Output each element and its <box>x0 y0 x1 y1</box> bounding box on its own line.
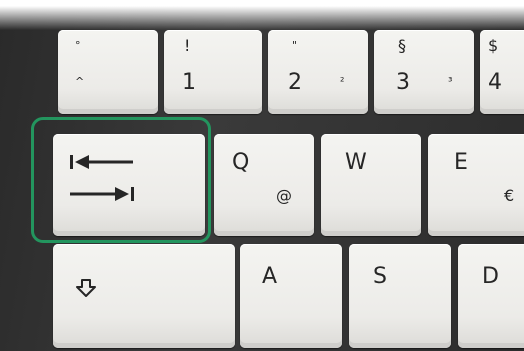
key-3-alt: ³ <box>448 75 453 88</box>
key-4-top: $ <box>488 36 499 55</box>
key-4: $ 4 <box>480 30 524 114</box>
key-2-top: " <box>292 39 298 52</box>
key-q: Q @ <box>214 134 314 236</box>
key-q-alt: @ <box>276 186 292 205</box>
key-caps-lock <box>53 244 235 348</box>
key-a-main: A <box>262 264 278 289</box>
key-3: § 3 ³ <box>374 30 474 114</box>
key-1-top: ! <box>184 36 191 55</box>
photo-top-shadow <box>0 0 524 30</box>
caps-lock-arrow-icon <box>76 279 96 297</box>
key-3-top: § <box>398 36 406 55</box>
key-circumflex-top: ° <box>75 39 81 52</box>
key-q-main: Q <box>232 150 250 175</box>
key-2: " 2 ² <box>268 30 368 114</box>
key-d: D <box>458 244 524 348</box>
key-1: ! 1 <box>164 30 262 114</box>
key-2-bottom: 2 <box>288 70 302 95</box>
key-2-alt: ² <box>340 75 345 88</box>
key-a: A <box>240 244 342 348</box>
tab-key-highlight <box>31 117 211 243</box>
key-e-main: E <box>454 150 468 175</box>
key-circumflex: ° ^ <box>58 30 158 114</box>
key-3-bottom: 3 <box>396 70 410 95</box>
key-e: E € <box>428 134 524 236</box>
key-w: W <box>321 134 421 236</box>
key-s-main: S <box>373 264 387 289</box>
key-circumflex-bottom: ^ <box>75 75 85 88</box>
key-e-alt: € <box>504 186 515 205</box>
key-d-main: D <box>482 264 499 289</box>
key-s: S <box>349 244 451 348</box>
key-4-bottom: 4 <box>488 70 502 95</box>
key-w-main: W <box>345 150 367 175</box>
key-1-bottom: 1 <box>182 70 196 95</box>
